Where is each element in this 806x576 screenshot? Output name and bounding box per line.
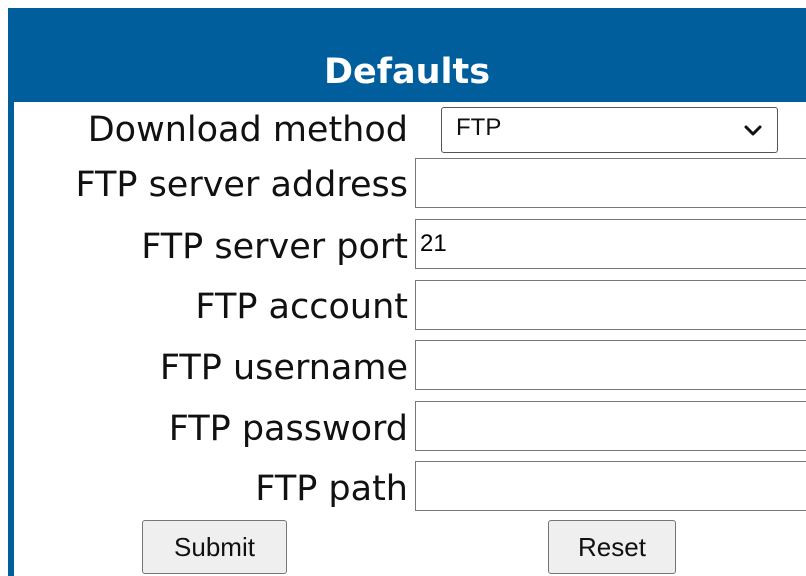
server-port-input[interactable] (415, 219, 806, 269)
password-input[interactable] (415, 401, 806, 451)
download-method-label: Download method (87, 110, 408, 150)
reset-button[interactable]: Reset (548, 520, 676, 574)
server-port-label: FTP server port (141, 227, 408, 267)
download-method-select[interactable]: FTP (441, 107, 778, 153)
page-title: Defaults (323, 52, 491, 92)
chevron-down-icon (744, 125, 762, 136)
download-method-value: FTP (456, 114, 502, 141)
path-label: FTP path (255, 469, 408, 509)
submit-button[interactable]: Submit (142, 520, 287, 574)
password-label: FTP password (168, 409, 408, 449)
account-label: FTP account (195, 287, 408, 327)
server-address-label: FTP server address (75, 165, 408, 205)
account-input[interactable] (415, 280, 806, 330)
left-border (8, 102, 14, 576)
username-label: FTP username (159, 348, 408, 388)
username-input[interactable] (415, 340, 806, 390)
server-address-input[interactable] (415, 158, 806, 208)
path-input[interactable] (415, 461, 806, 511)
header-bar: Defaults (8, 8, 806, 102)
